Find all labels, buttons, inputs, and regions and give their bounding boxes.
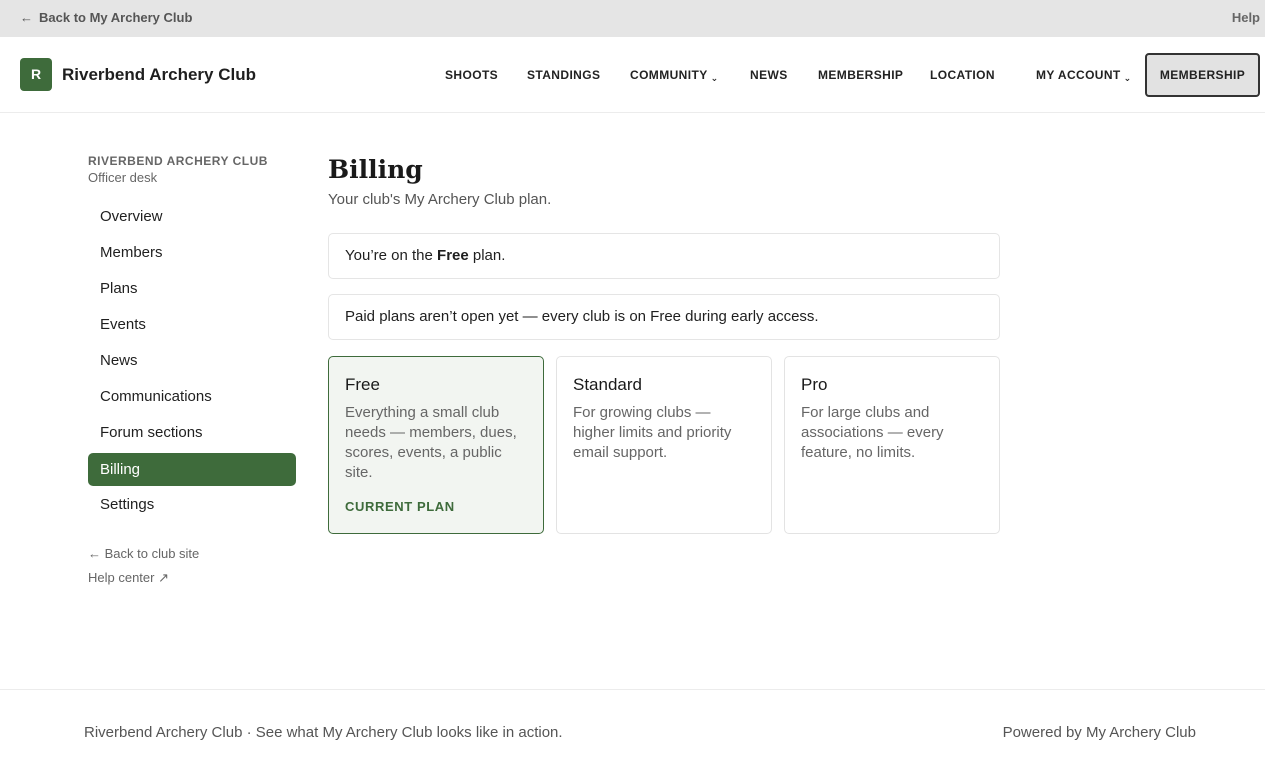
plan-notice-suffix: plan.: [468, 247, 506, 264]
sidebar-item-members[interactable]: Members: [88, 236, 296, 269]
help-link[interactable]: Help: [1232, 10, 1260, 25]
nav-news[interactable]: NEWS: [750, 68, 788, 82]
site-header: R Riverbend Archery Club SHOOTS STANDING…: [0, 37, 1265, 113]
back-link-label: Back to My Archery Club: [39, 10, 193, 25]
page-subtitle: Your club's My Archery Club plan.: [328, 191, 552, 208]
site-footer: Riverbend Archery Club · See what My Arc…: [0, 689, 1265, 774]
plan-card-free: Free Everything a small club needs — mem…: [328, 356, 544, 534]
chevron-down-icon: ⌄: [1123, 73, 1132, 83]
membership-button[interactable]: MEMBERSHIP: [1145, 53, 1260, 97]
plan-description: Everything a small club needs — members,…: [345, 404, 517, 481]
back-to-my-archery-club-link[interactable]: ← Back to My Archery Club: [20, 10, 192, 25]
plan-notice-prefix: You’re on the: [345, 247, 438, 264]
club-brand-name[interactable]: Riverbend Archery Club: [62, 65, 256, 85]
nav-community-label: COMMUNITY: [630, 68, 708, 82]
plan-name: Standard: [573, 375, 642, 394]
current-plan-notice: You’re on the Free plan.: [328, 233, 1000, 279]
early-access-notice: Paid plans aren’t open yet — every club …: [328, 294, 1000, 340]
club-logo[interactable]: R: [20, 58, 52, 91]
sidebar-item-settings[interactable]: Settings: [88, 488, 296, 521]
powered-by-link[interactable]: Powered by My Archery Club: [1003, 724, 1196, 741]
plan-name: Pro: [801, 375, 828, 394]
sidebar-item-plans[interactable]: Plans: [88, 272, 296, 305]
sidebar-item-events[interactable]: Events: [88, 308, 296, 341]
plan-name: Free: [345, 375, 380, 394]
nav-community[interactable]: COMMUNITY ⌄: [630, 68, 719, 83]
current-plan-badge: CURRENT PLAN: [345, 499, 455, 514]
chevron-down-icon: ⌄: [710, 73, 719, 83]
sidebar-item-billing[interactable]: Billing: [88, 453, 296, 486]
plan-description: For growing clubs — higher limits and pr…: [573, 404, 732, 461]
plan-card-standard: Standard For growing clubs — higher limi…: [556, 356, 772, 534]
top-utility-bar: ← Back to My Archery Club Help: [0, 0, 1265, 37]
sidebar-item-news[interactable]: News: [88, 344, 296, 377]
nav-standings[interactable]: STANDINGS: [527, 68, 600, 82]
help-center-link[interactable]: Help center ↗: [88, 570, 169, 586]
back-to-club-site-link[interactable]: ← Back to club site: [88, 546, 199, 561]
page-title: Billing: [328, 155, 423, 184]
sidebar-item-overview[interactable]: Overview: [88, 200, 296, 233]
sidebar-item-forum-sections[interactable]: Forum sections: [88, 416, 296, 449]
plan-notice-plan-name: Free: [437, 247, 469, 264]
arrow-left-icon: ←: [20, 10, 33, 25]
plan-card-pro: Pro For large clubs and associations — e…: [784, 356, 1000, 534]
nav-my-account-label: MY ACCOUNT: [1036, 68, 1121, 82]
nav-location[interactable]: LOCATION: [930, 68, 995, 82]
sidebar-item-communications[interactable]: Communications: [88, 380, 296, 413]
nav-shoots[interactable]: SHOOTS: [445, 68, 498, 82]
plan-description: For large clubs and associations — every…: [801, 404, 944, 461]
sidebar-club-name: RIVERBEND ARCHERY CLUB: [88, 154, 268, 168]
sidebar-club-subtitle: Officer desk: [88, 170, 158, 185]
nav-membership[interactable]: MEMBERSHIP: [818, 68, 903, 82]
footer-tagline: Riverbend Archery Club · See what My Arc…: [84, 724, 563, 741]
nav-my-account[interactable]: MY ACCOUNT ⌄: [1036, 68, 1132, 83]
